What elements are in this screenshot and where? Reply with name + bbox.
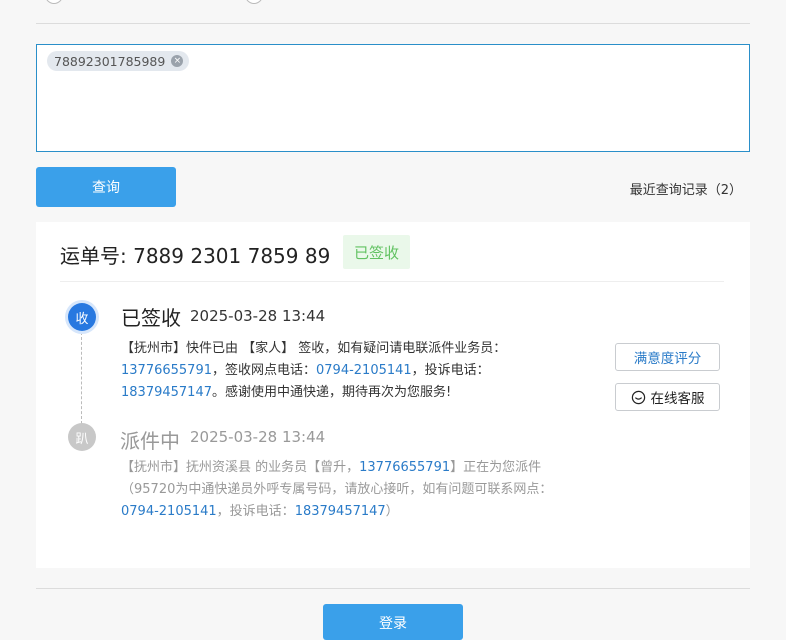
desc-text: ，投诉电话：: [411, 363, 490, 378]
desc-text: 。感谢使用中通快递，期待再次为您服务!: [211, 385, 452, 400]
top-divider: [36, 23, 750, 24]
event-time-delivering: 2025-03-28 13:44: [190, 428, 326, 446]
event-title-signed: 已签收: [121, 306, 181, 330]
result-card: 运单号: 7889 2301 7859 89 已签收 收 已签收 2025-03…: [36, 222, 750, 568]
login-button[interactable]: 登录: [323, 604, 463, 640]
bottom-divider: [36, 588, 750, 589]
event-time-signed: 2025-03-28 13:44: [190, 307, 326, 325]
status-badge: 已签收: [343, 235, 411, 269]
satisfaction-rating-button[interactable]: 满意度评分: [615, 343, 720, 371]
branch-phone-link[interactable]: 0794-2105141: [121, 504, 217, 519]
tracking-number-tag-text: 78892301785989: [54, 53, 166, 69]
online-service-button[interactable]: 在线客服: [615, 383, 720, 411]
radio-option-1[interactable]: [45, 0, 63, 4]
event-description-delivering: 【抚州市】抚州资溪县 的业务员【曾升，13776655791】正在为您派件（95…: [121, 457, 581, 523]
desc-text: 【抚州市】抚州资溪县 的业务员【曾升，: [121, 460, 360, 475]
received-icon: 收: [68, 303, 96, 331]
desc-text: 【抚州市】快件已由 【家人】 签收，如有疑问请电联派件业务员：: [121, 341, 507, 356]
online-service-label: 在线客服: [650, 391, 705, 407]
desc-text: ）: [385, 504, 399, 519]
branch-phone-link[interactable]: 0794-2105141: [316, 363, 412, 378]
desc-text: ，投诉电话：: [216, 504, 295, 519]
card-divider: [60, 281, 724, 282]
event-title-delivering: 派件中: [120, 429, 180, 453]
courier-phone-link[interactable]: 13776655791: [121, 363, 212, 378]
waybill-number: 运单号: 7889 2301 7859 89: [60, 244, 331, 268]
desc-text: ，签收网点电话：: [211, 363, 316, 378]
query-button[interactable]: 查询: [36, 167, 176, 207]
courier-phone-link[interactable]: 13776655791: [359, 460, 450, 475]
event-description-signed: 【抚州市】快件已由 【家人】 签收，如有疑问请电联派件业务员： 137766557…: [121, 338, 551, 404]
recent-query-history-link[interactable]: 最近查询记录（2）: [630, 179, 742, 198]
radio-option-2[interactable]: [245, 0, 263, 4]
chat-bubble-icon: [631, 390, 645, 404]
tracking-number-tag: 78892301785989 ×: [47, 51, 190, 71]
timeline-connector: [81, 332, 82, 424]
close-circle-icon[interactable]: ×: [171, 55, 184, 67]
tracking-number-input[interactable]: 78892301785989 ×: [36, 44, 750, 152]
delivering-icon: 趴: [68, 423, 96, 451]
complaint-phone-link[interactable]: 18379457147: [295, 504, 386, 519]
complaint-phone-link[interactable]: 18379457147: [121, 385, 212, 400]
